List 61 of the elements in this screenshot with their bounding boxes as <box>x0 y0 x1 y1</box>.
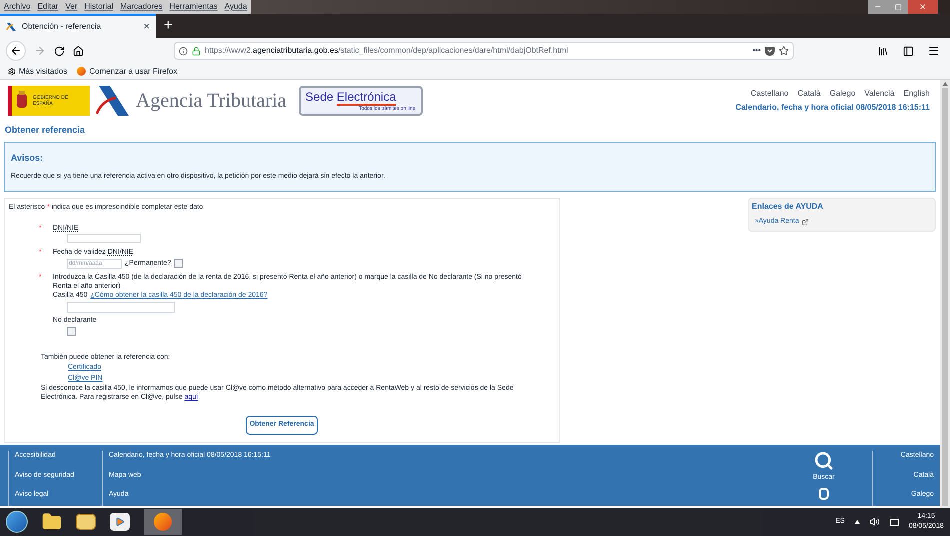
scroll-up-icon[interactable] <box>942 82 948 86</box>
agency-logo-icon <box>6 22 17 32</box>
bookmark-star-icon[interactable] <box>779 46 789 56</box>
gear-icon <box>8 68 16 76</box>
start-button[interactable] <box>6 511 28 533</box>
bookmark-link[interactable]: Más visitados <box>19 66 68 78</box>
language-link[interactable]: Galego <box>830 88 856 100</box>
help-panel-title: Enlaces de AYUDA <box>752 201 824 213</box>
lock-icon <box>192 46 201 56</box>
notice-title: Avisos: <box>11 152 44 165</box>
tab-close-button[interactable]: × <box>144 18 150 36</box>
language-link[interactable]: English <box>904 88 930 100</box>
menu-item[interactable]: Ayuda <box>224 1 248 13</box>
tab-title: Obtención - referencia <box>22 21 102 33</box>
reload-button[interactable] <box>54 46 65 56</box>
info-icon[interactable] <box>179 46 188 56</box>
menu-item[interactable]: Historial <box>84 1 114 13</box>
search-icon[interactable] <box>814 451 834 471</box>
external-link-icon <box>802 218 810 226</box>
bookmark-link[interactable]: Comenzar a usar Firefox <box>89 66 178 78</box>
folder-icon[interactable] <box>42 512 62 532</box>
coat-of-arms-icon <box>15 91 29 111</box>
tray-expand-icon[interactable] <box>854 520 860 524</box>
menu-item[interactable]: Herramientas <box>170 1 218 13</box>
page-title: Obtener referencia <box>5 124 86 138</box>
casilla-input-field[interactable] <box>67 302 175 312</box>
page-actions-button[interactable]: ••• <box>752 45 761 57</box>
close-icon <box>919 3 927 11</box>
url-text: https://www2.agenciatributaria.gob.es/static_files/common/dep/aplicaciones/dare/html/dabjObtRef.html <box>205 45 570 57</box>
new-tab-button[interactable]: + <box>156 14 181 38</box>
sede-title: Electrónica <box>336 90 396 106</box>
agency-logo-icon <box>96 86 130 116</box>
volume-icon[interactable] <box>870 517 880 527</box>
calendar-link[interactable]: Calendario, fecha y hora oficial 08/05/2018 16:15:11 <box>736 102 930 114</box>
media-player-icon[interactable] <box>110 513 130 531</box>
browser-taskbar-button[interactable] <box>144 509 182 535</box>
address-bar[interactable]: https://www2.agenciatributaria.gob.es/static_files/common/dep/aplicaciones/dare/html/dabjObtRef.html ••• <box>174 42 794 60</box>
menu-item[interactable]: Editar <box>38 1 59 13</box>
language-link[interactable]: Valencià <box>864 88 895 100</box>
menu-item[interactable]: Marcadores <box>120 1 163 13</box>
back-arrow-icon <box>10 45 22 57</box>
checkbox[interactable] <box>67 327 76 336</box>
menu-item[interactable]: Archivo <box>4 1 31 13</box>
checkbox[interactable] <box>174 259 184 268</box>
library-icon[interactable] <box>878 46 889 56</box>
scrollbar[interactable] <box>940 80 950 508</box>
menu-item[interactable]: Ver <box>66 1 78 13</box>
agency-name: Agencia Tributaria <box>136 89 287 114</box>
pocket-icon[interactable] <box>765 46 775 56</box>
language-link[interactable]: Català <box>798 88 821 100</box>
maximize-icon <box>894 4 902 10</box>
back-button[interactable] <box>6 41 26 61</box>
language-link[interactable]: Castellano <box>750 88 789 100</box>
browser-logo-icon <box>77 67 86 76</box>
network-icon[interactable] <box>890 518 899 526</box>
dni-input-field[interactable] <box>67 234 141 243</box>
browser-tab[interactable]: Obtención - referencia × <box>0 14 156 38</box>
home-button[interactable] <box>73 46 84 56</box>
sede-title: Sede <box>306 90 335 104</box>
sidebar-icon[interactable] <box>903 46 914 56</box>
menu-icon[interactable] <box>928 45 940 57</box>
